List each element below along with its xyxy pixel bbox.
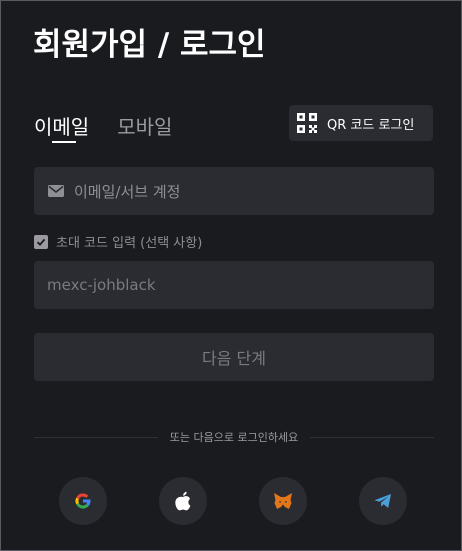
metamask-login-button[interactable]: [259, 477, 307, 525]
referral-label: 초대 코드 입력 (선택 사항): [56, 236, 203, 251]
referral-toggle-row: 초대 코드 입력 (선택 사항): [34, 232, 202, 251]
apple-icon: [174, 491, 192, 511]
next-step-label: 다음 단계: [202, 349, 266, 368]
qr-login-button[interactable]: QR 코드 로그인: [289, 105, 433, 141]
social-login-row: [1, 477, 462, 525]
telegram-login-button[interactable]: [359, 477, 407, 525]
apple-login-button[interactable]: [159, 477, 207, 525]
tab-mobile[interactable]: 모바일: [117, 111, 172, 140]
next-step-button[interactable]: 다음 단계: [34, 333, 434, 381]
metamask-fox-icon: [273, 492, 293, 510]
divider-line-left: [34, 436, 158, 438]
mail-icon: [48, 185, 64, 197]
login-method-tabs: 이메일 모바일: [34, 111, 172, 143]
qr-login-label: QR 코드 로그인: [327, 117, 415, 133]
referral-code-value: mexc-johblack: [47, 276, 156, 294]
email-field[interactable]: 이메일/서브 계정: [34, 167, 434, 215]
google-icon: [73, 491, 93, 511]
divider-label: 또는 다음으로 로그인하세요: [169, 431, 299, 444]
login-panel: 회원가입 / 로그인 이메일 모바일 QR 코드 로그인 이메일/서브 계정 초…: [0, 0, 462, 551]
referral-checkbox[interactable]: [34, 234, 48, 249]
divider-line-right: [310, 436, 434, 438]
email-placeholder: 이메일/서브 계정: [74, 182, 181, 201]
google-login-button[interactable]: [59, 477, 107, 525]
tab-email[interactable]: 이메일: [34, 111, 89, 143]
page-title: 회원가입 / 로그인: [33, 27, 266, 63]
telegram-icon: [374, 493, 392, 509]
alternative-login-divider: 또는 다음으로 로그인하세요: [34, 429, 434, 445]
referral-code-field[interactable]: mexc-johblack: [34, 261, 434, 309]
qr-code-icon: [297, 113, 317, 133]
